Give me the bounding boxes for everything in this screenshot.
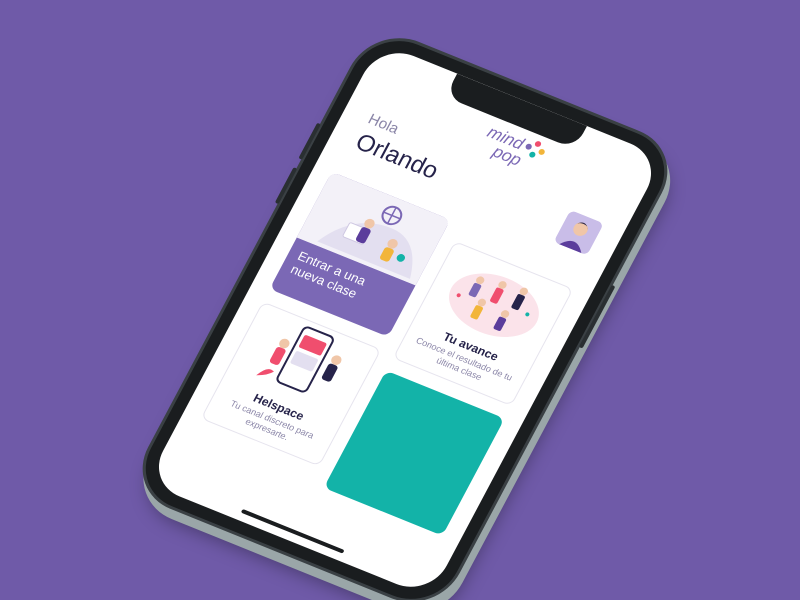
volume-down-button xyxy=(274,167,298,205)
mindpop-logo: mind pop xyxy=(477,123,546,170)
person-avatar-icon xyxy=(553,209,604,256)
phone-frame: mind pop Hola Orlando Entrar a una nueva… xyxy=(129,27,681,600)
volume-up-button xyxy=(298,122,321,160)
phone-mockup: mind pop Hola Orlando Entrar a una nueva… xyxy=(129,27,681,600)
app-screen: mind pop Hola Orlando Entrar a una nueva… xyxy=(146,42,664,598)
cards-grid: Entrar a una nueva clase Tu avance Conoc… xyxy=(200,171,582,536)
home-indicator xyxy=(240,508,345,554)
user-name: Orlando xyxy=(350,128,443,185)
scene: mind pop Hola Orlando Entrar a una nueva… xyxy=(0,0,800,600)
logo-dots-icon xyxy=(521,138,549,163)
user-avatar[interactable] xyxy=(553,209,604,256)
